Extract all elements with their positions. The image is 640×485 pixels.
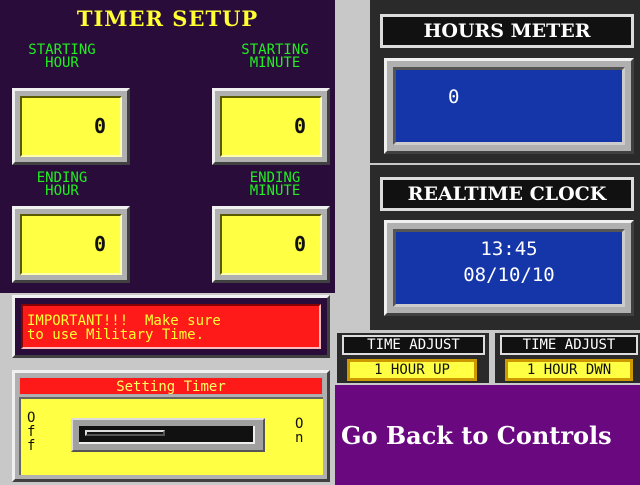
slider-track <box>79 426 255 444</box>
timer-setup-title: TIMER SETUP <box>76 6 259 31</box>
time-adjust-up-panel: TIME ADJUST 1 HOUR UP <box>337 333 489 383</box>
hours-meter-title: HOURS METER <box>380 14 634 48</box>
ending-minute-label: ENDING MINUTE <box>249 170 301 199</box>
realtime-clock-panel: REALTIME CLOCK 13:45 08/10/10 <box>370 165 640 330</box>
starting-minute-frame: 0 <box>212 88 330 165</box>
time-adjust-down-title: TIME ADJUST <box>500 335 638 355</box>
hour-up-button[interactable]: 1 HOUR UP <box>347 359 477 381</box>
realtime-clock-display: 13:45 08/10/10 <box>393 229 625 307</box>
warning-frame: IMPORTANT!!! Make sure to use Military T… <box>12 295 330 358</box>
hours-meter-frame: 0 <box>384 58 634 154</box>
on-label: O n <box>295 416 304 446</box>
starting-minute-input[interactable]: 0 <box>220 96 322 157</box>
clock-time: 13:45 <box>480 238 538 260</box>
setting-timer-frame: Setting Timer O f f O n <box>12 370 330 482</box>
setting-timer-body: O f f O n <box>19 397 323 475</box>
slider-handle[interactable] <box>85 430 165 436</box>
hour-down-button[interactable]: 1 HOUR DWN <box>505 359 633 381</box>
go-back-label: Go Back to Controls <box>341 420 612 450</box>
timer-switch-slider[interactable] <box>71 418 265 452</box>
military-time-warning: IMPORTANT!!! Make sure to use Military T… <box>21 304 321 349</box>
ending-hour-frame: 0 <box>12 206 130 283</box>
starting-hour-frame: 0 <box>12 88 130 165</box>
ending-minute-frame: 0 <box>212 206 330 283</box>
hours-meter-panel: HOURS METER 0 <box>370 0 640 163</box>
clock-date: 08/10/10 <box>463 264 555 286</box>
go-back-to-controls-button[interactable]: Go Back to Controls <box>335 385 640 485</box>
ending-hour-label: ENDING HOUR <box>36 170 88 199</box>
off-label: O f f <box>27 410 36 454</box>
starting-minute-label: STARTING MINUTE <box>241 42 309 71</box>
realtime-clock-frame: 13:45 08/10/10 <box>384 220 634 316</box>
hours-meter-value: 0 <box>393 67 625 145</box>
time-adjust-down-panel: TIME ADJUST 1 HOUR DWN <box>495 333 640 383</box>
starting-hour-label: STARTING HOUR <box>28 42 96 71</box>
ending-minute-input[interactable]: 0 <box>220 214 322 275</box>
realtime-clock-title: REALTIME CLOCK <box>380 177 634 211</box>
setting-timer-title: Setting Timer <box>19 377 323 395</box>
ending-hour-input[interactable]: 0 <box>20 214 122 275</box>
time-adjust-up-title: TIME ADJUST <box>342 335 485 355</box>
starting-hour-input[interactable]: 0 <box>20 96 122 157</box>
